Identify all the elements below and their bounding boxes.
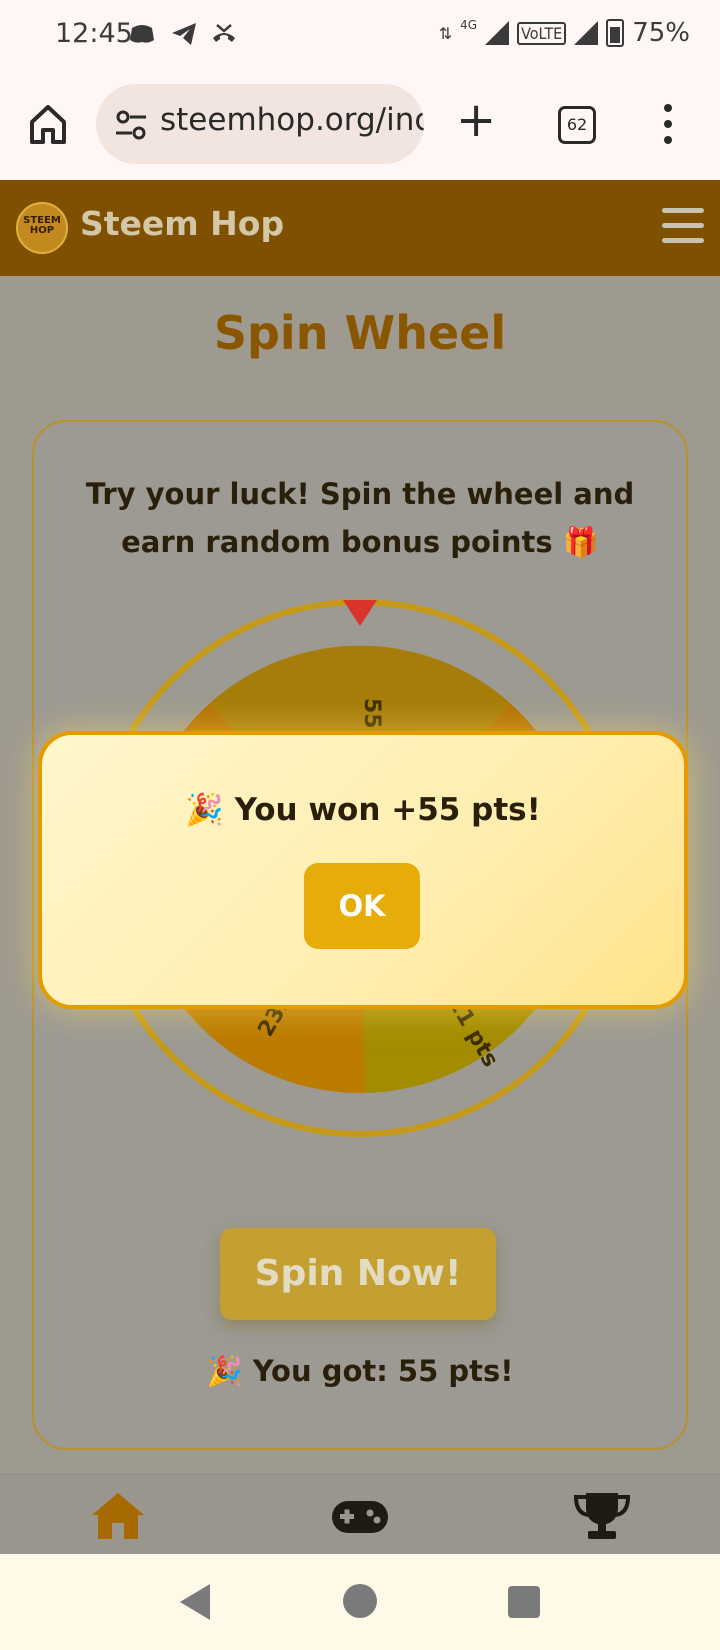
spin-result-text: 🎉 You got: 55 pts! [206, 1354, 514, 1388]
wheel-pointer-icon [343, 600, 377, 626]
brand-name[interactable]: Steem Hop [80, 204, 284, 243]
back-icon[interactable] [180, 1584, 210, 1620]
missed-call-icon [213, 24, 235, 42]
steem-hop-logo[interactable]: STEEM HOP [16, 202, 68, 254]
gamepad-icon[interactable] [330, 1489, 390, 1543]
browser-toolbar: steemhop.org/inc + 62 [0, 74, 720, 180]
data-arrows-icon: ⇅ [438, 23, 453, 43]
recents-icon[interactable] [508, 1586, 540, 1618]
system-home-icon[interactable] [343, 1584, 377, 1618]
status-bar: 12:45 ⇅ 4G VoLTE 75% [0, 0, 720, 74]
page-title: Spin Wheel [213, 306, 507, 360]
telegram-notification-icon [172, 23, 196, 45]
bottom-nav [0, 1474, 720, 1555]
system-nav-bar [0, 1554, 720, 1650]
trophy-icon[interactable] [572, 1489, 632, 1543]
status-time: 12:45 [55, 18, 133, 49]
win-message: 🎉 You won +55 pts! [185, 792, 541, 828]
browser-home-icon[interactable] [28, 102, 68, 146]
win-dialog: 🎉 You won +55 pts! OK [38, 731, 688, 1009]
tab-switcher-button[interactable]: 62 [558, 106, 596, 144]
url-text: steemhop.org/inc [160, 102, 424, 138]
address-bar[interactable]: steemhop.org/inc [96, 84, 424, 164]
browser-menu-icon[interactable] [664, 104, 674, 144]
new-tab-icon[interactable]: + [456, 96, 496, 144]
battery-icon [606, 19, 625, 47]
site-settings-icon[interactable] [114, 108, 148, 142]
signal-icon [485, 21, 510, 45]
signal-icon-2 [574, 21, 599, 45]
app-header: STEEM HOP Steem Hop [0, 180, 720, 276]
home-icon[interactable] [88, 1489, 148, 1543]
battery-percent: 75% [632, 18, 690, 48]
ok-button[interactable]: OK [304, 863, 420, 949]
hamburger-menu-icon[interactable] [662, 208, 704, 244]
spin-now-button[interactable]: Spin Now! [220, 1228, 496, 1320]
discord-notification-icon [130, 25, 154, 43]
intro-text: Try your luck! Spin the wheel and earn r… [85, 477, 635, 559]
volte-badge: VoLTE [517, 21, 567, 45]
network-type: 4G [460, 18, 478, 32]
